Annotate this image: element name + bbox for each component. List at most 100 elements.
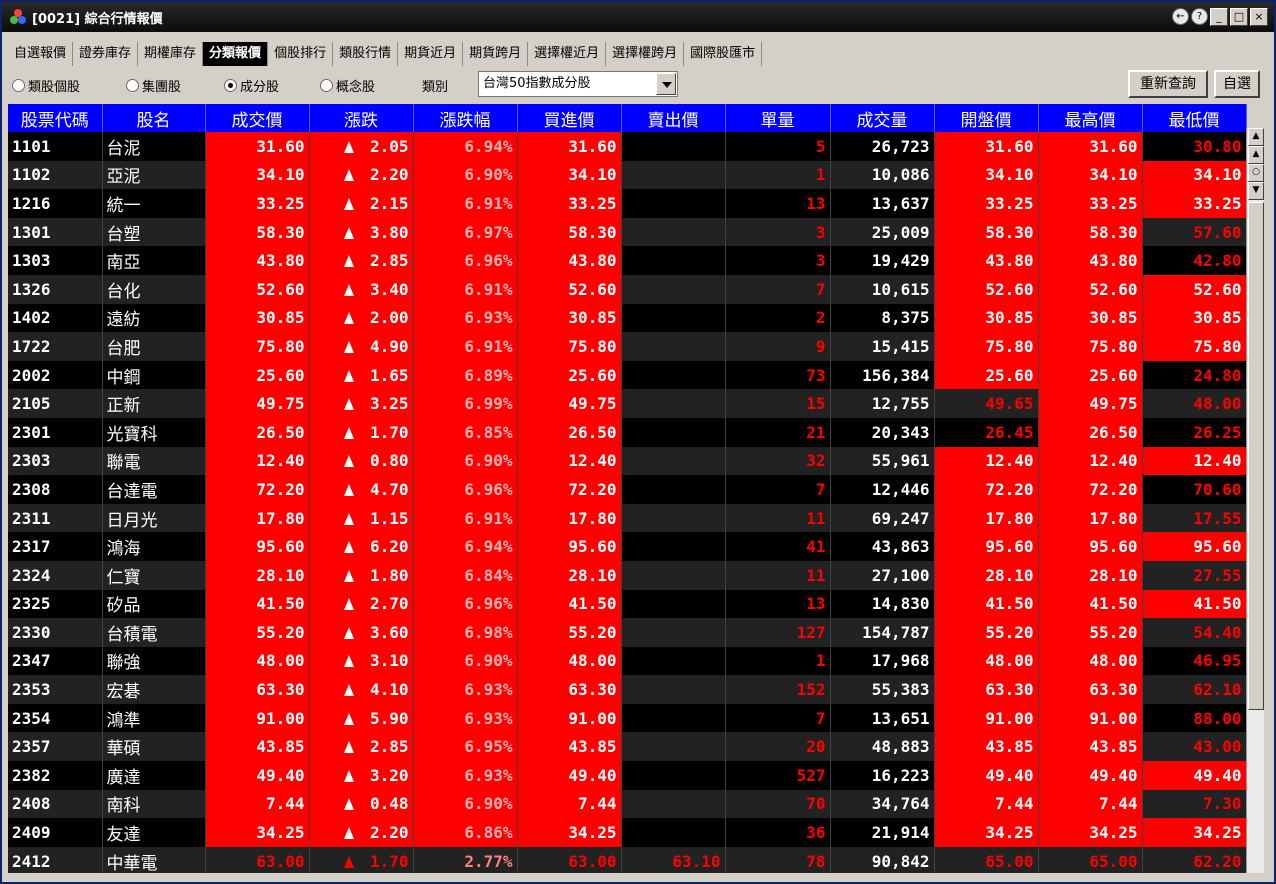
- scroll-up-icon[interactable]: ▲: [1248, 146, 1264, 164]
- category-select[interactable]: 台灣50指數成分股: [478, 71, 678, 97]
- column-header[interactable]: 最高價: [1038, 104, 1143, 132]
- tab-item[interactable]: 期貨跨月: [463, 42, 529, 66]
- column-header[interactable]: 買進價: [517, 104, 622, 132]
- table-row[interactable]: 2354 鴻準 91.00 5.90 6.93% 91.00 7 13,651 91.00 91.…: [8, 703, 1247, 733]
- tab-item[interactable]: 選擇權跨月: [606, 42, 685, 66]
- cell-low: 43.00: [1142, 732, 1247, 762]
- table-row[interactable]: 1402 遠紡 30.85 2.00 6.93% 30.85 2 8,375 30.85 30.8…: [8, 303, 1247, 333]
- column-header[interactable]: 賣出價: [621, 104, 726, 132]
- table-row[interactable]: 2408 南科 7.44 0.48 6.90% 7.44 70 34,764 7.44 7.44 7…: [8, 789, 1247, 819]
- tab-item[interactable]: 國際股匯市: [684, 42, 763, 66]
- column-header[interactable]: 漲跌: [309, 104, 414, 132]
- vertical-scrollbar[interactable]: ▲ ▲ ○ ▼: [1246, 128, 1264, 873]
- table-row[interactable]: 1216 統一 33.25 2.15 6.91% 33.25 13 13,637 33.25 33…: [8, 189, 1247, 218]
- column-header[interactable]: 單量: [725, 104, 831, 132]
- table-row[interactable]: 2330 台積電 55.20 3.60 6.98% 55.20 127 154,787 55.2…: [8, 618, 1247, 647]
- table-row[interactable]: 2347 聯強 48.00 3.10 6.90% 48.00 1 17,968 48.00 48.…: [8, 646, 1247, 676]
- cell-low: 42.80: [1142, 246, 1247, 275]
- up-arrow-icon: [343, 340, 354, 353]
- radio-label: 類股個股: [28, 80, 81, 95]
- table-row[interactable]: 1326 台化 52.60 3.40 6.91% 52.60 7 10,615 52.60 52.…: [8, 274, 1247, 304]
- radio-concept[interactable]: 概念股: [320, 76, 375, 95]
- column-header[interactable]: 最低價: [1142, 104, 1247, 132]
- table-row[interactable]: 2382 廣達 49.40 3.20 6.93% 49.40 527 16,223 49.40 4…: [8, 761, 1247, 790]
- help-icon[interactable]: ?: [1191, 8, 1208, 25]
- column-header[interactable]: 股名: [102, 104, 206, 132]
- table-row[interactable]: 2324 仁寶 28.10 1.80 6.84% 28.10 11 27,100 28.10 28…: [8, 560, 1247, 590]
- column-header[interactable]: 開盤價: [934, 104, 1039, 132]
- radio-group[interactable]: 集團股: [126, 76, 181, 95]
- table-row[interactable]: 2357 華碩 43.85 2.85 6.95% 43.85 20 48,883 43.85 43…: [8, 732, 1247, 762]
- table-row[interactable]: 2301 光寶科 26.50 1.70 6.85% 26.50 21 20,343 26.45 2…: [8, 417, 1247, 447]
- tab-item[interactable]: 期權庫存: [138, 42, 204, 66]
- cell-name: 台積電: [102, 618, 206, 647]
- refresh-button[interactable]: 重新查詢: [1128, 70, 1208, 98]
- column-header[interactable]: 漲跌幅: [413, 104, 518, 132]
- cell-high: 43.85: [1038, 732, 1143, 762]
- cell-ask: 63.10: [621, 846, 726, 876]
- table-row[interactable]: 2308 台達電 72.20 4.70 6.96% 72.20 7 12,446 72.20 72…: [8, 475, 1247, 504]
- table-row[interactable]: 2105 正新 49.75 3.25 6.99% 49.75 15 12,755 49.65 49…: [8, 389, 1247, 418]
- window-title: [0021] 綜合行情報價: [32, 11, 163, 27]
- table-row[interactable]: 1303 南亞 43.80 2.85 6.96% 43.80 3 19,429 43.80 43.…: [8, 246, 1247, 275]
- cell-code: 1101: [8, 132, 103, 161]
- table-row[interactable]: 1102 亞泥 34.10 2.20 6.90% 34.10 1 10,086 34.10 34.…: [8, 160, 1247, 190]
- table-row[interactable]: 1101 台泥 31.60 2.05 6.94% 31.60 5 26,723 31.60 31.…: [8, 132, 1247, 161]
- scroll-top-icon[interactable]: ▲: [1248, 128, 1264, 146]
- column-header[interactable]: 成交量: [830, 104, 935, 132]
- radio-industry[interactable]: 類股個股: [12, 76, 80, 95]
- tab-item[interactable]: 選擇權近月: [528, 42, 607, 66]
- cell-high: 75.80: [1038, 332, 1143, 361]
- radio-dot[interactable]: [126, 79, 139, 92]
- table-row[interactable]: 1722 台肥 75.80 4.90 6.91% 75.80 9 15,415 75.80 75.…: [8, 332, 1247, 361]
- table-row[interactable]: 2412 中華電 63.00 1.70 2.77% 63.00 63.10 78 90,842 6…: [8, 846, 1247, 876]
- radio-dot[interactable]: [320, 79, 333, 92]
- radio-dot[interactable]: [12, 79, 25, 92]
- scroll-thumb[interactable]: [1248, 202, 1264, 710]
- tab-item[interactable]: 分類報價: [203, 42, 269, 66]
- table-row[interactable]: 2317 鴻海 95.60 6.20 6.94% 95.60 41 43,863 95.60 95…: [8, 532, 1247, 561]
- cell-code: 1301: [8, 217, 103, 247]
- title-bar[interactable]: [0021] 綜合行情報價 ← ? _ □ ×: [2, 2, 1274, 32]
- category-value: 台灣50指數成分股: [483, 76, 591, 91]
- cell-price: 25.60: [205, 360, 310, 390]
- cell-ask: [621, 618, 726, 647]
- table-row[interactable]: 2409 友達 34.25 2.20 6.86% 34.25 36 21,914 34.25 34…: [8, 818, 1247, 847]
- cell-qty: 73: [725, 360, 831, 390]
- table-row[interactable]: 2002 中鋼 25.60 1.65 6.89% 25.60 73 156,384 25.60 2…: [8, 360, 1247, 390]
- table-row[interactable]: 2325 矽品 41.50 2.70 6.96% 41.50 13 14,830 41.50 41…: [8, 589, 1247, 619]
- cell-high: 31.60: [1038, 132, 1143, 161]
- scroll-down-icon[interactable]: ▼: [1248, 182, 1264, 200]
- column-header[interactable]: 成交價: [205, 104, 310, 132]
- back-icon[interactable]: ←: [1172, 8, 1189, 25]
- tab-item[interactable]: 證券庫存: [73, 42, 139, 66]
- maximize-button[interactable]: □: [1230, 8, 1248, 26]
- radio-dot-selected[interactable]: [224, 79, 237, 92]
- change-value: 3.20: [369, 765, 409, 785]
- cell-high: 49.40: [1038, 761, 1143, 790]
- cell-vol: 8,375: [830, 303, 935, 333]
- cell-vol: 154,787: [830, 618, 935, 647]
- cell-chg: 4.90: [309, 332, 414, 361]
- column-header[interactable]: 股票代碼: [8, 104, 103, 132]
- tab-item[interactable]: 期貨近月: [398, 42, 464, 66]
- table-row[interactable]: 2353 宏碁 63.30 4.10 6.93% 63.30 152 55,383 63.30 6…: [8, 675, 1247, 704]
- scroll-center-icon[interactable]: ○: [1248, 164, 1264, 182]
- chevron-down-icon[interactable]: [656, 73, 676, 95]
- table-row[interactable]: 1301 台塑 58.30 3.80 6.97% 58.30 3 25,009 58.30 58.…: [8, 217, 1247, 247]
- tab-item[interactable]: 類股行情: [333, 42, 399, 66]
- cell-high: 7.44: [1038, 789, 1143, 819]
- minimize-button[interactable]: _: [1210, 8, 1228, 26]
- cell-code: 2002: [8, 360, 103, 390]
- cell-high: 72.20: [1038, 475, 1143, 504]
- close-button[interactable]: ×: [1250, 8, 1268, 26]
- watchlist-button[interactable]: 自選: [1214, 70, 1260, 98]
- tab-item[interactable]: 個股排行: [268, 42, 334, 66]
- cell-qty: 11: [725, 503, 831, 533]
- table-row[interactable]: 2311 日月光 17.80 1.15 6.91% 17.80 11 69,247 17.80 1…: [8, 503, 1247, 533]
- horizontal-scrollbar[interactable]: [8, 873, 1264, 879]
- tab-item[interactable]: 自選報價: [8, 42, 74, 66]
- radio-constituent[interactable]: 成分股: [224, 76, 279, 95]
- cell-chg: 4.70: [309, 475, 414, 504]
- table-row[interactable]: 2303 聯電 12.40 0.80 6.90% 12.40 32 55,961 12.40 12…: [8, 446, 1247, 476]
